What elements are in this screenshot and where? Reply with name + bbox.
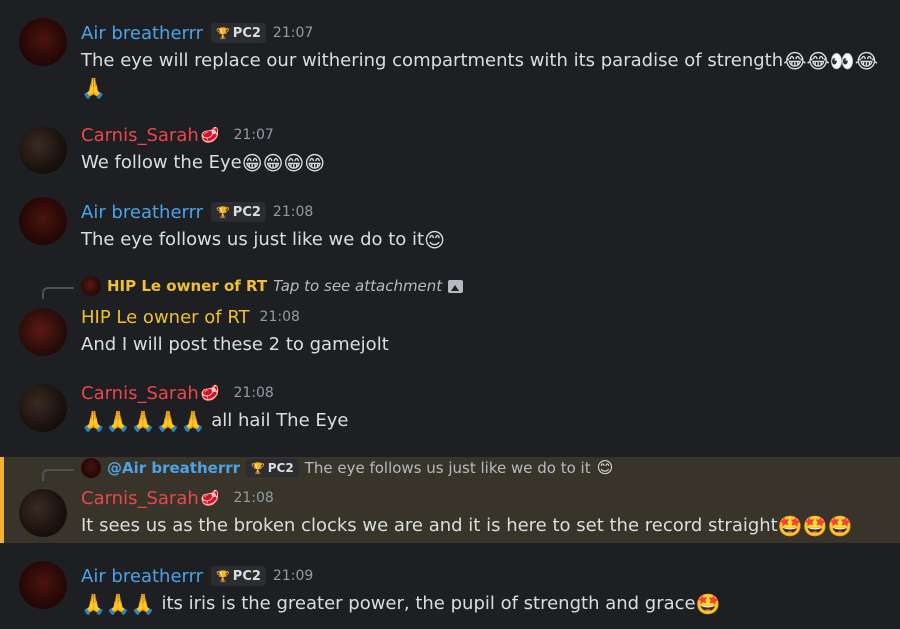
reply-preview[interactable]: HIP Le owner of RT Tap to see attachment	[81, 276, 464, 296]
message-header: Carnis_Sarah 🥩 21:07	[81, 123, 274, 147]
message-text: all hail The Eye	[211, 410, 349, 431]
timestamp: 21:08	[259, 309, 300, 325]
clan-tag-label: PC2	[232, 568, 261, 584]
timestamp: 21:07	[272, 25, 314, 41]
trophy-icon: 🏆	[216, 205, 230, 219]
message-text: It sees us as the broken clocks we are a…	[81, 515, 778, 536]
emoji-group: 🙏	[81, 76, 106, 100]
message-header: Air breatherrr 🏆 PC2 21:08	[81, 200, 313, 224]
avatar[interactable]	[19, 561, 67, 609]
reply-connector	[42, 287, 74, 299]
message-header: Carnis_Sarah 🥩 21:08	[81, 486, 274, 510]
emoji-group: 🙏🙏🙏	[81, 592, 156, 616]
message-content: 🙏🙏🙏🙏🙏 all hail The Eye	[81, 407, 348, 434]
clan-tag-label: PC2	[232, 204, 261, 220]
author-name[interactable]: Air breatherrr	[81, 23, 203, 44]
timestamp: 21:08	[272, 204, 314, 220]
message-header: Carnis_Sarah 🥩 21:08	[81, 381, 274, 405]
reply-avatar	[81, 276, 101, 296]
message-text: And I will post these 2 to gamejolt	[81, 334, 389, 355]
clan-tag-label: PC2	[232, 25, 261, 41]
avatar[interactable]	[19, 126, 67, 174]
message-header: Air breatherrr 🏆 PC2 21:09	[81, 564, 313, 588]
author-name[interactable]: Air breatherrr	[81, 566, 203, 587]
author-name[interactable]: Carnis_Sarah	[81, 488, 199, 509]
reply-preview[interactable]: @Air breatherrr 🏆 PC2 The eye follows us …	[81, 458, 613, 478]
emoji-group: 🤩🤩🤩	[777, 514, 853, 538]
emoji-group: 🤩	[695, 592, 721, 616]
meat-icon: 🥩	[200, 126, 220, 144]
meat-icon: 🥩	[200, 489, 220, 507]
timestamp: 21:08	[233, 490, 274, 506]
emoji-group: 😊	[424, 228, 445, 252]
clan-tag-label: PC2	[267, 461, 294, 475]
reply-text: Tap to see attachment	[273, 277, 443, 295]
message-text: We follow the Eye	[81, 152, 242, 173]
trophy-icon: 🏆	[251, 461, 265, 475]
author-name[interactable]: HIP Le owner of RT	[81, 307, 250, 328]
clan-tag[interactable]: 🏆 PC2	[211, 23, 266, 43]
timestamp: 21:09	[272, 568, 314, 584]
trophy-icon: 🏆	[216, 26, 230, 40]
message-content: We follow the Eye😁😁😁😁	[81, 149, 325, 176]
message-content: It sees us as the broken clocks we are a…	[81, 512, 852, 539]
avatar[interactable]	[19, 308, 67, 356]
reply-emoji: 😊	[596, 458, 614, 477]
reply-author[interactable]: @Air breatherrr	[107, 459, 240, 477]
reply-text: The eye follows us just like we do to it	[304, 459, 591, 477]
emoji-group: 🙏🙏🙏🙏🙏	[81, 409, 206, 433]
author-name[interactable]: Carnis_Sarah	[81, 125, 199, 146]
avatar[interactable]	[19, 384, 67, 432]
message-content: And I will post these 2 to gamejolt	[81, 331, 389, 358]
author-name[interactable]: Air breatherrr	[81, 202, 203, 223]
message-content: The eye will replace our withering compa…	[81, 47, 878, 101]
message-text: The eye follows us just like we do to it	[81, 229, 425, 250]
emoji-group: 😂😂👀😂	[783, 49, 879, 73]
clan-tag[interactable]: 🏆 PC2	[211, 202, 266, 222]
timestamp: 21:07	[233, 127, 274, 143]
message-text: The eye will replace our withering compa…	[81, 50, 784, 71]
author-name[interactable]: Carnis_Sarah	[81, 383, 199, 404]
trophy-icon: 🏆	[216, 569, 230, 583]
reply-connector	[42, 469, 74, 481]
reply-author[interactable]: HIP Le owner of RT	[107, 277, 267, 295]
message-text: its iris is the greater power, the pupil…	[161, 593, 696, 614]
avatar[interactable]	[19, 489, 67, 537]
image-icon	[448, 279, 464, 293]
clan-tag[interactable]: 🏆 PC2	[211, 566, 266, 586]
avatar[interactable]	[19, 197, 67, 245]
emoji-group: 😁😁😁😁	[241, 151, 326, 175]
message-header: HIP Le owner of RT 21:08	[81, 305, 300, 329]
avatar[interactable]	[19, 18, 67, 66]
message-header: Air breatherrr 🏆 PC2 21:07	[81, 21, 313, 45]
clan-tag[interactable]: 🏆 PC2	[246, 459, 299, 477]
reply-avatar	[81, 458, 101, 478]
meat-icon: 🥩	[200, 384, 220, 402]
message-content: The eye follows us just like we do to it…	[81, 226, 445, 253]
message-content: 🙏🙏🙏 its iris is the greater power, the p…	[81, 590, 721, 617]
timestamp: 21:08	[233, 385, 274, 401]
